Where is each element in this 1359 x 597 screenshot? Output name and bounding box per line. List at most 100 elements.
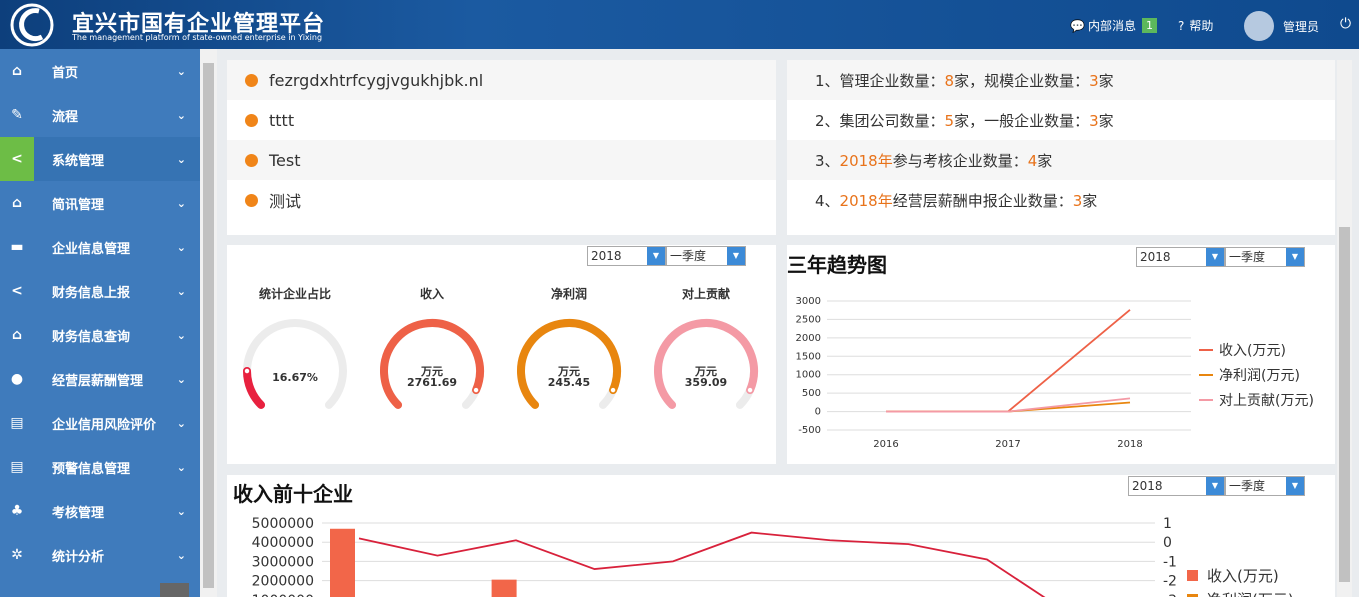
- sidebar-item-label: 预警信息管理: [52, 461, 131, 477]
- news-item[interactable]: Test: [227, 140, 776, 180]
- user-name[interactable]: 管理员: [1283, 18, 1319, 35]
- sidebar-scrollbar-thumb[interactable]: [203, 63, 214, 588]
- legend-label: 收入(万元): [1207, 567, 1279, 585]
- gauge-year-select[interactable]: 2018 ▼ 一季度 ▼: [587, 246, 746, 266]
- sidebar-item[interactable]: ⌂ 财务信息查询 ⌄: [0, 313, 200, 357]
- sidebar-collapse-button[interactable]: [160, 583, 189, 597]
- stat-text: 2、集团公司数量：5家，一般企业数量：3家: [815, 110, 1114, 131]
- gauge-track: [243, 319, 347, 409]
- sidebar-item[interactable]: ✲ 统计分析 ⌄: [0, 533, 200, 577]
- messages-badge: 1: [1141, 18, 1157, 33]
- y2-tick-label: -2: [1163, 574, 1177, 590]
- chevron-down-icon: ⌄: [176, 108, 186, 122]
- y-tick-label: 3000: [796, 296, 821, 307]
- wand-icon: ✎: [11, 107, 23, 123]
- stat-row: 2、集团公司数量：5家，一般企业数量：3家: [787, 100, 1335, 140]
- chevron-down-icon: ⌄: [176, 284, 186, 298]
- y-tick-label: 1500: [796, 351, 821, 362]
- chevron-down-icon: ⌄: [176, 64, 186, 78]
- top10-panel: 收入前十企业 2018 ▼ 一季度 ▼ 5000000 4000000 3000000 20…: [227, 475, 1335, 597]
- gauge-value: 359.09: [684, 376, 728, 389]
- news-item-title: 测试: [269, 192, 302, 211]
- sidebar-item[interactable]: ⌂ 简讯管理 ⌄: [0, 181, 200, 225]
- gauge-title: 统计企业占比: [258, 287, 331, 301]
- chat-icon: 💬: [1070, 18, 1085, 33]
- news-item[interactable]: tttt: [227, 100, 776, 140]
- x-tick-label: 2018: [1117, 439, 1142, 450]
- stat-label: 参与考核企业数量：: [892, 151, 1028, 170]
- x-tick-label: 2017: [995, 439, 1020, 450]
- gauge: 净利润 万元 245.45: [509, 285, 629, 430]
- main-scrollbar-thumb[interactable]: [1339, 227, 1350, 582]
- gauge-panel: 2018 ▼ 一季度 ▼ 统计企业占比 16.67% 收入 万元 2761.69 净利润 万元 24…: [227, 245, 776, 464]
- power-icon[interactable]: ⏻: [1340, 16, 1351, 32]
- app-subtitle: The management platform of state-owned e…: [72, 33, 323, 42]
- gauge-title: 净利润: [550, 287, 587, 301]
- chevron-down-icon: ▼: [647, 247, 665, 265]
- chevron-down-icon: ⌄: [176, 328, 186, 342]
- sidebar-item-label: 简讯管理: [52, 197, 105, 213]
- logo-icon: [10, 3, 54, 47]
- news-item-title: tttt: [269, 110, 295, 130]
- news-item[interactable]: 测试: [227, 180, 776, 220]
- gauge-title: 收入: [419, 287, 444, 301]
- stat-label: 2、集团公司数量：: [815, 111, 945, 130]
- help-link[interactable]: ? 帮助: [1178, 17, 1213, 34]
- sidebar-item[interactable]: < 系统管理 ⌄: [0, 137, 200, 181]
- sitemap-icon: ♣: [10, 503, 24, 519]
- sidebar-item[interactable]: ✎ 流程 ⌄: [0, 93, 200, 137]
- y2-tick-label: 1: [1163, 516, 1172, 532]
- sidebar-item-label: 考核管理: [52, 505, 105, 521]
- stat-value: 3: [1089, 111, 1099, 130]
- gauge: 统计企业占比 16.67%: [235, 285, 355, 430]
- chevron-down-icon: ▼: [727, 247, 745, 265]
- gauge: 对上贡献 万元 359.09: [646, 285, 766, 430]
- messages-label: 内部消息: [1087, 19, 1136, 33]
- gauge-quarter-value: 一季度: [670, 249, 707, 263]
- sidebar-item[interactable]: ▤ 预警信息管理 ⌄: [0, 445, 200, 489]
- sidebar-item[interactable]: ▤ 企业信用风险评价 ⌄: [0, 401, 200, 445]
- chevron-down-icon: ⌄: [176, 504, 186, 518]
- sidebar-item[interactable]: < 财务信息上报 ⌄: [0, 269, 200, 313]
- messages-link[interactable]: 💬 内部消息 1: [1070, 17, 1157, 34]
- news-item[interactable]: fezrgdxhtrfcygjvgukhjbk.nl: [227, 60, 776, 100]
- y2-tick-label: 0: [1163, 535, 1172, 551]
- trend-chart: -500 0 500 1000 1500 2000 2500 3000 2016 2017 2018…: [796, 296, 1314, 450]
- legend-label: 净利润(万元): [1207, 591, 1294, 597]
- document-icon: ▤: [10, 415, 24, 431]
- sidebar-item[interactable]: ⌂ 首页 ⌄: [0, 49, 200, 93]
- sidebar-item[interactable]: ● 经营层薪酬管理 ⌄: [0, 357, 200, 401]
- main-scrollbar[interactable]: [1337, 60, 1352, 597]
- document-icon: ▤: [10, 459, 24, 475]
- bullet-dot: [245, 193, 258, 207]
- gauge-value: 16.67%: [272, 371, 318, 384]
- chevron-down-icon: ⌄: [176, 152, 186, 166]
- y-tick-label: 500: [802, 388, 821, 399]
- bar[interactable]: [491, 579, 517, 597]
- top10-chart: 5000000 4000000 3000000 2000000 1000000 1 0 -1 -…: [252, 516, 1294, 597]
- sidebar-item-label: 经营层薪酬管理: [52, 373, 144, 389]
- y-tick-label: 2000000: [252, 574, 314, 590]
- chevron-down-icon: ⌄: [176, 196, 186, 210]
- stat-value: 2018年: [839, 191, 893, 210]
- sidebar-item-label: 财务信息上报: [52, 285, 131, 301]
- y-tick-label: 1000: [796, 370, 821, 381]
- avatar[interactable]: [1244, 11, 1274, 41]
- sidebar-scrollbar[interactable]: [200, 49, 217, 597]
- sidebar-item[interactable]: ♣ 考核管理 ⌄: [0, 489, 200, 533]
- series-line: [886, 401, 1131, 413]
- sidebar-item[interactable]: ▬ 企业信息管理 ⌄: [0, 225, 200, 269]
- stat-label: 家: [1082, 191, 1098, 210]
- gauge-title: 对上贡献: [681, 287, 730, 301]
- stat-row: 3、2018年参与考核企业数量：4家: [787, 140, 1335, 180]
- inbox-icon: ⌂: [11, 195, 23, 211]
- share-icon: <: [11, 283, 23, 299]
- sidebar-item-label: 系统管理: [52, 153, 105, 169]
- home-icon: ⌂: [11, 63, 23, 79]
- legend-label: 收入(万元): [1219, 343, 1286, 359]
- stat-label: 家，规模企业数量：: [954, 71, 1090, 90]
- stat-value: 8: [944, 71, 955, 90]
- stat-label: 家: [1037, 151, 1053, 170]
- bar[interactable]: [330, 528, 355, 597]
- stat-label: 1、管理企业数量：: [815, 71, 945, 90]
